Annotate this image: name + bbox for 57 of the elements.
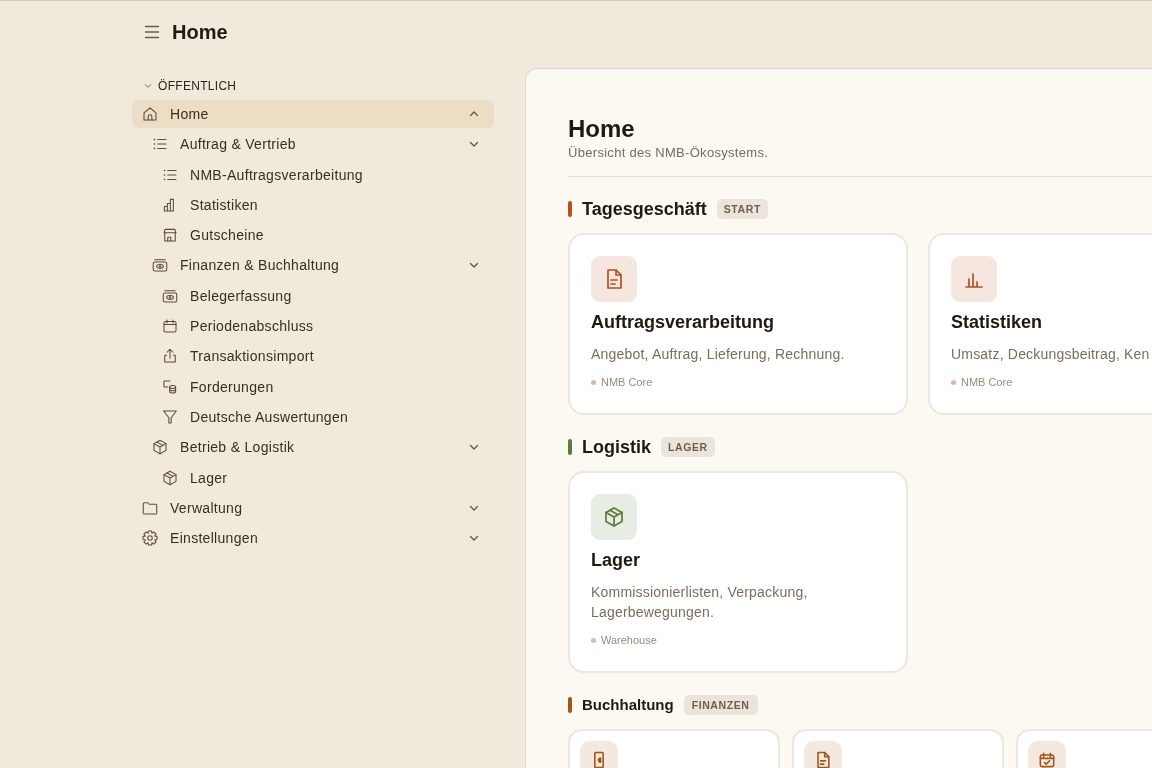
card-tag: NMB Core — [601, 375, 653, 389]
dot-icon — [951, 379, 956, 385]
sidebar-item[interactable]: Einstellungen — [132, 524, 494, 553]
calendar-check-icon — [1028, 741, 1066, 768]
document-icon — [591, 256, 637, 302]
sidebar-item[interactable]: Transaktionsimport — [132, 342, 494, 371]
sidebar-item[interactable]: Home — [132, 100, 494, 128]
menu-icon[interactable] — [144, 25, 160, 39]
section-badge: FINANZEN — [683, 695, 758, 715]
coin-stack-icon — [161, 377, 179, 396]
card-description: Umsatz, Deckungsbeitrag, Ken — [951, 345, 1150, 364]
page-title: Home — [568, 114, 635, 143]
door-icon — [580, 741, 618, 768]
card-description: Angebot, Auftrag, Lieferung, Rechnung. — [591, 345, 845, 364]
card-tag: NMB Core — [961, 375, 1013, 389]
module-card[interactable]: Auftragsverarbeitung Angebot, Auftrag, Lieferung, Rechnung. NMB Core — [568, 233, 908, 415]
sidebar-item[interactable]: Lager — [132, 463, 494, 492]
module-card[interactable]: Statistiken Umsatz, Deckungsbeitrag, Ken NMB Core — [928, 233, 1152, 415]
box-icon — [161, 468, 179, 487]
banknote-icon — [151, 256, 169, 275]
dot-icon — [591, 379, 596, 385]
card-title: Statistiken — [951, 311, 1043, 333]
section-badge: START — [716, 199, 768, 219]
settings-icon — [141, 529, 159, 548]
sidebar-item[interactable]: Verwaltung — [132, 493, 494, 522]
section-title: Logistik — [582, 436, 651, 458]
sidebar-item[interactable]: Finanzen & Buchhaltung — [132, 251, 494, 280]
section-badge: LAGER — [661, 437, 715, 457]
storefront-icon — [161, 226, 179, 245]
card-tag: Warehouse — [601, 633, 657, 647]
sidebar-item[interactable]: Periodenabschluss — [132, 312, 494, 341]
sidebar-item[interactable]: Belegerfassung — [132, 281, 494, 310]
sidebar-item[interactable]: Statistiken — [132, 190, 494, 219]
header-title: Home — [172, 20, 228, 44]
card-title: Auftragsverarbeitung — [591, 311, 775, 333]
sidebar-item[interactable]: Forderungen — [132, 372, 494, 401]
module-card[interactable]: Lager Kommissionierlisten, Verpackung, Lagerbewegungen. Warehouse — [568, 471, 908, 673]
section-title: Buchhaltung — [582, 695, 674, 715]
sidebar-item[interactable]: Deutsche Auswertungen — [132, 402, 494, 431]
box-icon — [151, 438, 169, 457]
upload-icon — [161, 347, 179, 366]
sidebar-item[interactable]: NMB-Auftragsverarbeitung — [132, 160, 494, 189]
sidebar-section-toggle[interactable]: ÖFFENTLICH — [132, 78, 237, 94]
document-icon — [804, 741, 842, 768]
house-icon — [141, 105, 159, 123]
bar-chart-icon — [951, 256, 997, 302]
sidebar-item[interactable]: Auftrag & Vertrieb — [132, 130, 494, 159]
calendar-icon — [161, 317, 179, 336]
section-title: Tagesgeschäft — [582, 198, 707, 220]
sidebar-item[interactable]: Gutscheine — [132, 221, 494, 250]
sidebar-item[interactable]: Betrieb & Logistik — [132, 433, 494, 462]
box-icon — [591, 494, 637, 540]
filter-icon — [161, 407, 179, 426]
card-description: Kommissionierlisten, Verpackung, Lagerbewegungen. — [591, 583, 809, 622]
page-subtitle: Übersicht des NMB-Ökosystems. — [568, 145, 769, 161]
dot-icon — [591, 637, 596, 643]
card-title: Lager — [591, 549, 641, 571]
